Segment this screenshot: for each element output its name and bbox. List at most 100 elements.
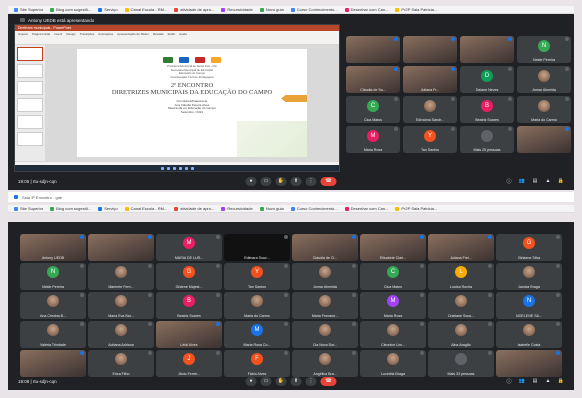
- bookmark-item[interactable]: Site Superior: [14, 7, 43, 12]
- lock-icon[interactable]: 🔒: [558, 378, 564, 384]
- bookmark-item[interactable]: Desenhar com Can...: [344, 7, 388, 12]
- slide-thumb[interactable]: [17, 47, 43, 61]
- participant-tile[interactable]: [517, 126, 571, 153]
- participant-tile[interactable]: Janicia Braga: [496, 263, 562, 290]
- participant-tile[interactable]: Edivalma Sandr...: [403, 96, 457, 123]
- participant-tile[interactable]: [403, 36, 457, 63]
- ribbon-tab[interactable]: Revisão: [153, 32, 164, 36]
- participant-tile[interactable]: Cláudia de Sa...: [346, 66, 400, 93]
- bookmark-item[interactable]: Site Superior: [14, 206, 43, 211]
- participant-tile[interactable]: M MARIA DE LUR...: [156, 234, 222, 261]
- slide-thumb[interactable]: [17, 98, 43, 112]
- participant-tile[interactable]: N Neide Pereira: [20, 263, 86, 290]
- participant-tile[interactable]: Y Tan Santos: [224, 263, 290, 290]
- chat-icon[interactable]: ▤: [532, 378, 538, 384]
- taskbar-icon[interactable]: [184, 166, 188, 170]
- participant-tile[interactable]: Maria Fernand...: [292, 292, 358, 319]
- participant-tile[interactable]: Y Tan Santos: [403, 126, 457, 153]
- participant-tile[interactable]: M Maria Rosa: [346, 126, 400, 153]
- more-options-button[interactable]: ⋮: [305, 376, 317, 386]
- participant-tile[interactable]: C Cica Matos: [360, 263, 426, 290]
- participant-tile[interactable]: N NOELENE SA...: [496, 292, 562, 319]
- bookmark-item[interactable]: Curso Conhecimento...: [290, 206, 338, 211]
- bookmark-item[interactable]: Canal Escola - RM...: [124, 7, 167, 12]
- participant-tile[interactable]: Valéria Trindade: [20, 321, 86, 348]
- ribbon-tab[interactable]: Animações: [98, 32, 113, 36]
- participant-tile[interactable]: [88, 234, 154, 261]
- end-call-button[interactable]: ☎: [320, 376, 337, 386]
- participant-tile[interactable]: L Louisa Rocha: [428, 263, 494, 290]
- mic-button[interactable]: ●: [245, 176, 257, 186]
- participant-tile[interactable]: Adriana Adriana: [88, 321, 154, 348]
- participant-tile[interactable]: B Beatriz Soares: [460, 96, 514, 123]
- participant-tile[interactable]: [460, 36, 514, 63]
- activities-icon[interactable]: ▲: [545, 378, 551, 384]
- taskbar-icon[interactable]: [190, 166, 194, 170]
- participant-tile[interactable]: G Gislene Majest...: [156, 263, 222, 290]
- participant-tile[interactable]: Maria do Carmo: [224, 292, 290, 319]
- bookmark-item[interactable]: Blog com sugestõ...: [50, 7, 91, 12]
- participant-tile[interactable]: G Girlaene Silva: [496, 234, 562, 261]
- participant-tile[interactable]: D Daiane Neves: [460, 66, 514, 93]
- lock-icon[interactable]: 🔒: [558, 178, 564, 184]
- participant-tile[interactable]: Isabelle Costa: [496, 321, 562, 348]
- participant-tile[interactable]: Cláudia de Cl...: [292, 234, 358, 261]
- bookmark-item[interactable]: Serviço: [98, 206, 118, 211]
- bookmark-item[interactable]: Desenhar com Can...: [344, 206, 388, 211]
- participant-tile[interactable]: Elisabete Clari...: [360, 234, 426, 261]
- participant-tile[interactable]: C Cica Matos: [346, 96, 400, 123]
- present-button[interactable]: ⬆: [290, 176, 302, 186]
- ribbon-tab[interactable]: Apresentação de Slides: [117, 32, 149, 36]
- participant-tile[interactable]: [346, 36, 400, 63]
- participant-tile[interactable]: Antony UEDB: [20, 234, 86, 261]
- ribbon-tab[interactable]: Inserir: [54, 32, 62, 36]
- bookmark-item[interactable]: Novo guia: [259, 7, 284, 12]
- people-icon[interactable]: 👥: [519, 378, 525, 384]
- taskbar-icon[interactable]: [172, 166, 176, 170]
- participant-tile[interactable]: M Maria Rosa: [360, 292, 426, 319]
- ribbon-tab[interactable]: Página Inicial: [32, 32, 50, 36]
- camera-button[interactable]: ▭: [260, 376, 272, 386]
- bookmark-item[interactable]: atividade de apro...: [174, 7, 214, 12]
- bookmark-item[interactable]: Curso Conhecimento...: [290, 7, 338, 12]
- participant-tile[interactable]: Juliana Frei...: [428, 234, 494, 261]
- bookmark-item[interactable]: Pr2P Sala Patricia...: [395, 7, 437, 12]
- ribbon-tab[interactable]: Exibir: [168, 32, 176, 36]
- raise-hand-button[interactable]: ✋: [275, 376, 287, 386]
- bookmark-item[interactable]: Blog com sugestõ...: [50, 206, 91, 211]
- participant-tile[interactable]: N Neide Pereira: [517, 36, 571, 63]
- participant-tile[interactable]: Jomar Almeida: [517, 66, 571, 93]
- chat-icon[interactable]: ▤: [532, 178, 538, 184]
- start-icon[interactable]: [160, 166, 164, 170]
- people-icon[interactable]: 👥: [519, 178, 525, 184]
- participant-tile[interactable]: Mais 25 pessoas: [460, 126, 514, 153]
- bookmark-item[interactable]: Pr2P Sala Patricia...: [395, 206, 437, 211]
- taskbar-icon[interactable]: [166, 166, 170, 170]
- ribbon-tab[interactable]: Ajuda: [179, 32, 187, 36]
- participant-tile[interactable]: Marinete Fern...: [88, 263, 154, 290]
- participant-tile[interactable]: Edimara Souz...: [224, 234, 290, 261]
- ribbon-tab[interactable]: Transições: [80, 32, 95, 36]
- participant-tile[interactable]: B Beatriz Soares: [156, 292, 222, 319]
- more-options-button[interactable]: ⋮: [305, 176, 317, 186]
- slide-thumb[interactable]: [17, 115, 43, 129]
- slide-thumb[interactable]: [17, 64, 43, 78]
- participant-tile[interactable]: Léidi Alves: [156, 321, 222, 348]
- participant-tile[interactable]: Cristiane Sous...: [428, 292, 494, 319]
- mic-button[interactable]: ●: [245, 376, 257, 386]
- participant-tile[interactable]: Ana Cristina B...: [20, 292, 86, 319]
- participant-tile[interactable]: Juliana Fr...: [403, 66, 457, 93]
- raise-hand-button[interactable]: ✋: [275, 176, 287, 186]
- slide-thumb[interactable]: [17, 132, 43, 146]
- slide-thumb[interactable]: [17, 81, 43, 95]
- bookmark-item[interactable]: Serviço: [98, 7, 118, 12]
- bookmark-item[interactable]: atividade de apro...: [174, 206, 214, 211]
- ribbon-tab[interactable]: Arquivo: [18, 32, 28, 36]
- activities-icon[interactable]: ▲: [545, 178, 551, 184]
- participant-tile[interactable]: Maria do Carmo: [517, 96, 571, 123]
- info-icon[interactable]: ⓘ: [506, 378, 512, 385]
- participant-tile[interactable]: Jomar Almeida: [292, 263, 358, 290]
- present-button[interactable]: ⬆: [290, 376, 302, 386]
- bookmark-item[interactable]: Recursividade: [221, 206, 253, 211]
- ribbon-tab[interactable]: Design: [66, 32, 75, 36]
